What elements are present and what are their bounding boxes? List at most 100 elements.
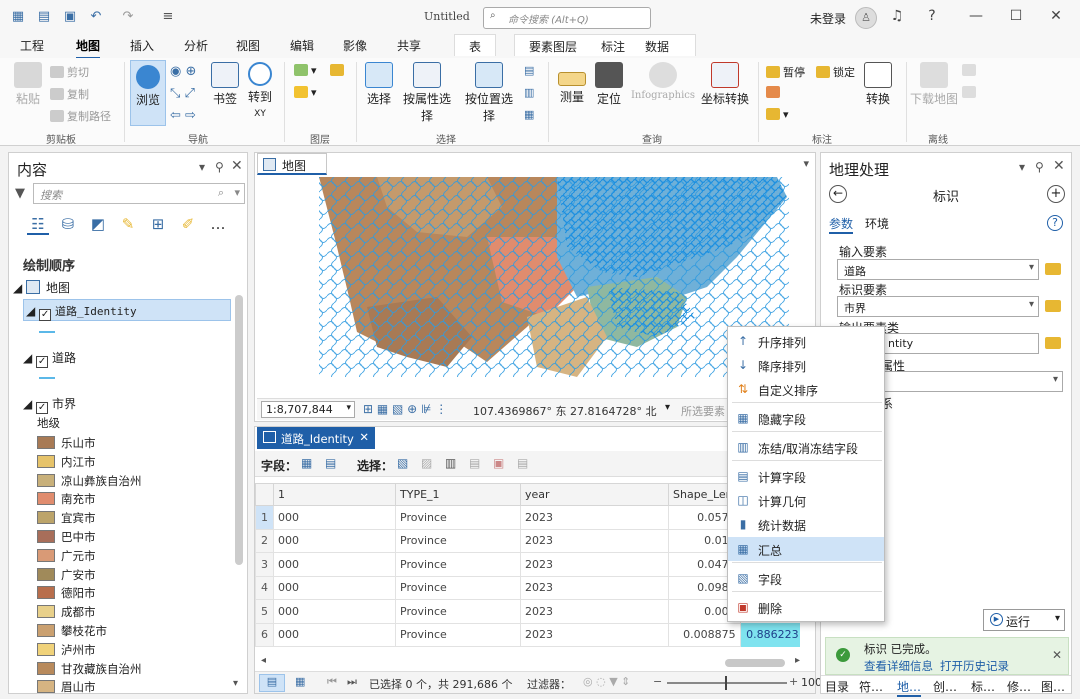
zoom-slider-thumb[interactable] — [725, 676, 727, 690]
copy-button[interactable]: 复制 — [50, 86, 89, 102]
contents-scrollbar[interactable] — [235, 295, 243, 565]
more-icon[interactable]: … — [207, 215, 229, 235]
select-button[interactable]: 选择 — [362, 62, 396, 107]
folder-icon[interactable] — [1045, 300, 1061, 312]
next-record-icon[interactable]: ⏭ — [347, 675, 357, 689]
maximize-button[interactable]: ☐ — [1006, 8, 1026, 24]
view-unplaced-icon[interactable] — [766, 86, 783, 99]
map-tab[interactable]: 地图✕ — [257, 153, 327, 188]
table-cell[interactable]: 000 — [273, 528, 396, 553]
pin-pane-icon[interactable]: ⚲ — [1035, 160, 1044, 174]
pane-menu-icon[interactable]: ▾ — [199, 160, 205, 174]
tab-edit[interactable]: 编辑 — [290, 37, 314, 54]
tab-feature-layer[interactable]: 要素图层 标注 数据 — [514, 34, 696, 56]
table-cell[interactable]: 5 — [255, 599, 274, 624]
menu-item[interactable]: ↓ 降序排列 — [728, 353, 884, 377]
bottom-tab-geoprocessing[interactable]: 地… — [897, 678, 922, 697]
scroll-right-icon[interactable]: ▸ — [795, 655, 800, 666]
explore-button[interactable]: 浏览 — [130, 60, 166, 126]
undo-icon[interactable]: ↶ — [88, 9, 104, 25]
view-details-link[interactable]: 查看详细信息 — [864, 658, 933, 674]
previous-extent-icon[interactable]: ⇦ ⇨ — [170, 108, 196, 123]
layer-visibility-checkbox[interactable]: ✓ — [36, 356, 49, 368]
switch-selection-icon[interactable]: ▥ — [445, 456, 456, 470]
run-button[interactable]: ▶ 运行 ▾ — [983, 609, 1065, 631]
goto-xy-button[interactable]: 转到 XY — [244, 62, 276, 119]
infographics-button[interactable]: Infographics — [628, 62, 698, 101]
table-cell[interactable]: 2023 — [520, 528, 669, 553]
first-record-icon[interactable]: ⏮ — [327, 675, 337, 689]
basemap-icon[interactable]: ▾ — [294, 64, 317, 77]
login-status[interactable]: 未登录 — [810, 10, 846, 27]
bookmarks-button[interactable]: 书签 — [208, 62, 242, 107]
notification-icon[interactable]: ♫ — [887, 8, 907, 24]
menu-item[interactable]: ▥ 冻结/取消冻结字段 — [728, 435, 884, 459]
full-extent-icon[interactable]: ◉ ⊕ — [170, 64, 196, 79]
close-tab-icon[interactable]: ✕ — [359, 430, 369, 444]
show-selected-records-icon[interactable]: ▦ — [295, 675, 305, 688]
table-cell[interactable]: 000 — [273, 622, 396, 647]
table-cell[interactable]: 2023 — [520, 552, 669, 577]
menu-item[interactable]: ▣ 删除 — [728, 595, 884, 619]
tab-labeling[interactable]: 标注 — [601, 40, 625, 54]
drawing-order-icon[interactable]: ☷ — [27, 215, 49, 235]
locate-button[interactable]: 定位 — [592, 62, 626, 107]
close-pane-icon[interactable]: ✕ — [231, 158, 243, 174]
scale-selector[interactable]: 1:8,707,844 ▾ — [261, 401, 355, 418]
table-row[interactable]: 5 000 Province 2023 0.005 — [255, 599, 801, 624]
table-cell[interactable]: Province — [395, 528, 521, 553]
scroll-down-icon[interactable]: ▾ — [233, 678, 238, 689]
identity-features-field[interactable]: 市界 ▾ — [837, 296, 1039, 317]
menu-item[interactable]: ▧ 字段 — [728, 566, 884, 590]
help-button[interactable]: ? — [922, 8, 942, 24]
table-cell[interactable]: 0.008875 — [668, 622, 741, 647]
table-cell[interactable]: 000 — [273, 599, 396, 624]
table-row[interactable]: 3 000 Province 2023 0.0479 — [255, 552, 801, 577]
table-cell[interactable]: Province — [395, 505, 521, 530]
bottom-tab-create[interactable]: 创… — [933, 678, 957, 695]
tab-data[interactable]: 数据 — [645, 40, 669, 54]
tab-map[interactable]: 地图 — [76, 37, 101, 59]
column-header[interactable]: 1 — [273, 483, 396, 506]
copy-path-button[interactable]: 复制路径 — [50, 108, 111, 124]
back-icon[interactable]: ← — [829, 185, 847, 203]
selection-icon[interactable]: ◩ — [87, 215, 109, 235]
column-header[interactable]: TYPE_1 — [395, 483, 521, 506]
paste-button[interactable]: 粘贴 — [10, 62, 46, 107]
more-labeling-icon[interactable]: ▾ — [766, 108, 789, 121]
bottom-tab-layout[interactable]: 图… — [1041, 678, 1065, 695]
table-cell[interactable]: Province — [395, 575, 521, 600]
filter-icons[interactable]: ◎ ◌ ▼ ⇕ — [583, 675, 630, 688]
map-node[interactable]: ◢ 地图 — [13, 279, 70, 296]
tab-view[interactable]: 视图 — [236, 37, 260, 54]
add-data-icon[interactable] — [330, 64, 347, 77]
command-search-input[interactable]: ⌕ 命令搜索 (Alt+Q) — [483, 7, 651, 29]
menu-item[interactable]: ↑ 升序排列 — [728, 329, 884, 353]
menu-item[interactable]: ▮ 统计数据 — [728, 512, 884, 536]
help-icon[interactable]: ? — [1047, 215, 1063, 231]
table-row[interactable]: 4 000 Province 2023 0.0982 — [255, 575, 801, 600]
table-cell[interactable]: Province — [395, 552, 521, 577]
tab-parameters[interactable]: 参数 — [829, 215, 854, 234]
zoom-in-icon[interactable]: + — [789, 675, 798, 688]
chevron-down-icon[interactable]: ▾ — [803, 157, 809, 170]
tab-share[interactable]: 共享 — [397, 37, 421, 54]
lock-labels-button[interactable]: 锁定 — [816, 64, 855, 80]
layer-visibility-checkbox[interactable]: ✓ — [36, 402, 49, 414]
bottom-tab-label[interactable]: 标… — [971, 678, 995, 695]
add-icon[interactable]: + — [1047, 185, 1065, 203]
download-map-button[interactable]: 下载地图 — [910, 62, 958, 107]
pane-menu-icon[interactable]: ▾ — [1019, 160, 1025, 174]
table-cell[interactable]: 6 — [255, 622, 274, 647]
close-message-icon[interactable]: ✕ — [1052, 648, 1062, 662]
customize-toolbar-icon[interactable]: ≡ — [160, 9, 176, 25]
table-cell[interactable]: 3 — [255, 552, 274, 577]
select-by-attribute-icon[interactable]: ▧ — [397, 456, 408, 470]
zoom-slider[interactable] — [667, 682, 787, 684]
minimize-button[interactable]: — — [966, 8, 986, 24]
column-header[interactable]: year — [520, 483, 669, 506]
table-cell[interactable]: 1 — [255, 505, 274, 530]
layer-city-boundary[interactable]: ◢ ✓ 市界 — [23, 395, 76, 414]
calculate-field-icon[interactable]: ▤ — [325, 456, 336, 470]
menu-item[interactable]: ◫ 计算几何 — [728, 488, 884, 512]
